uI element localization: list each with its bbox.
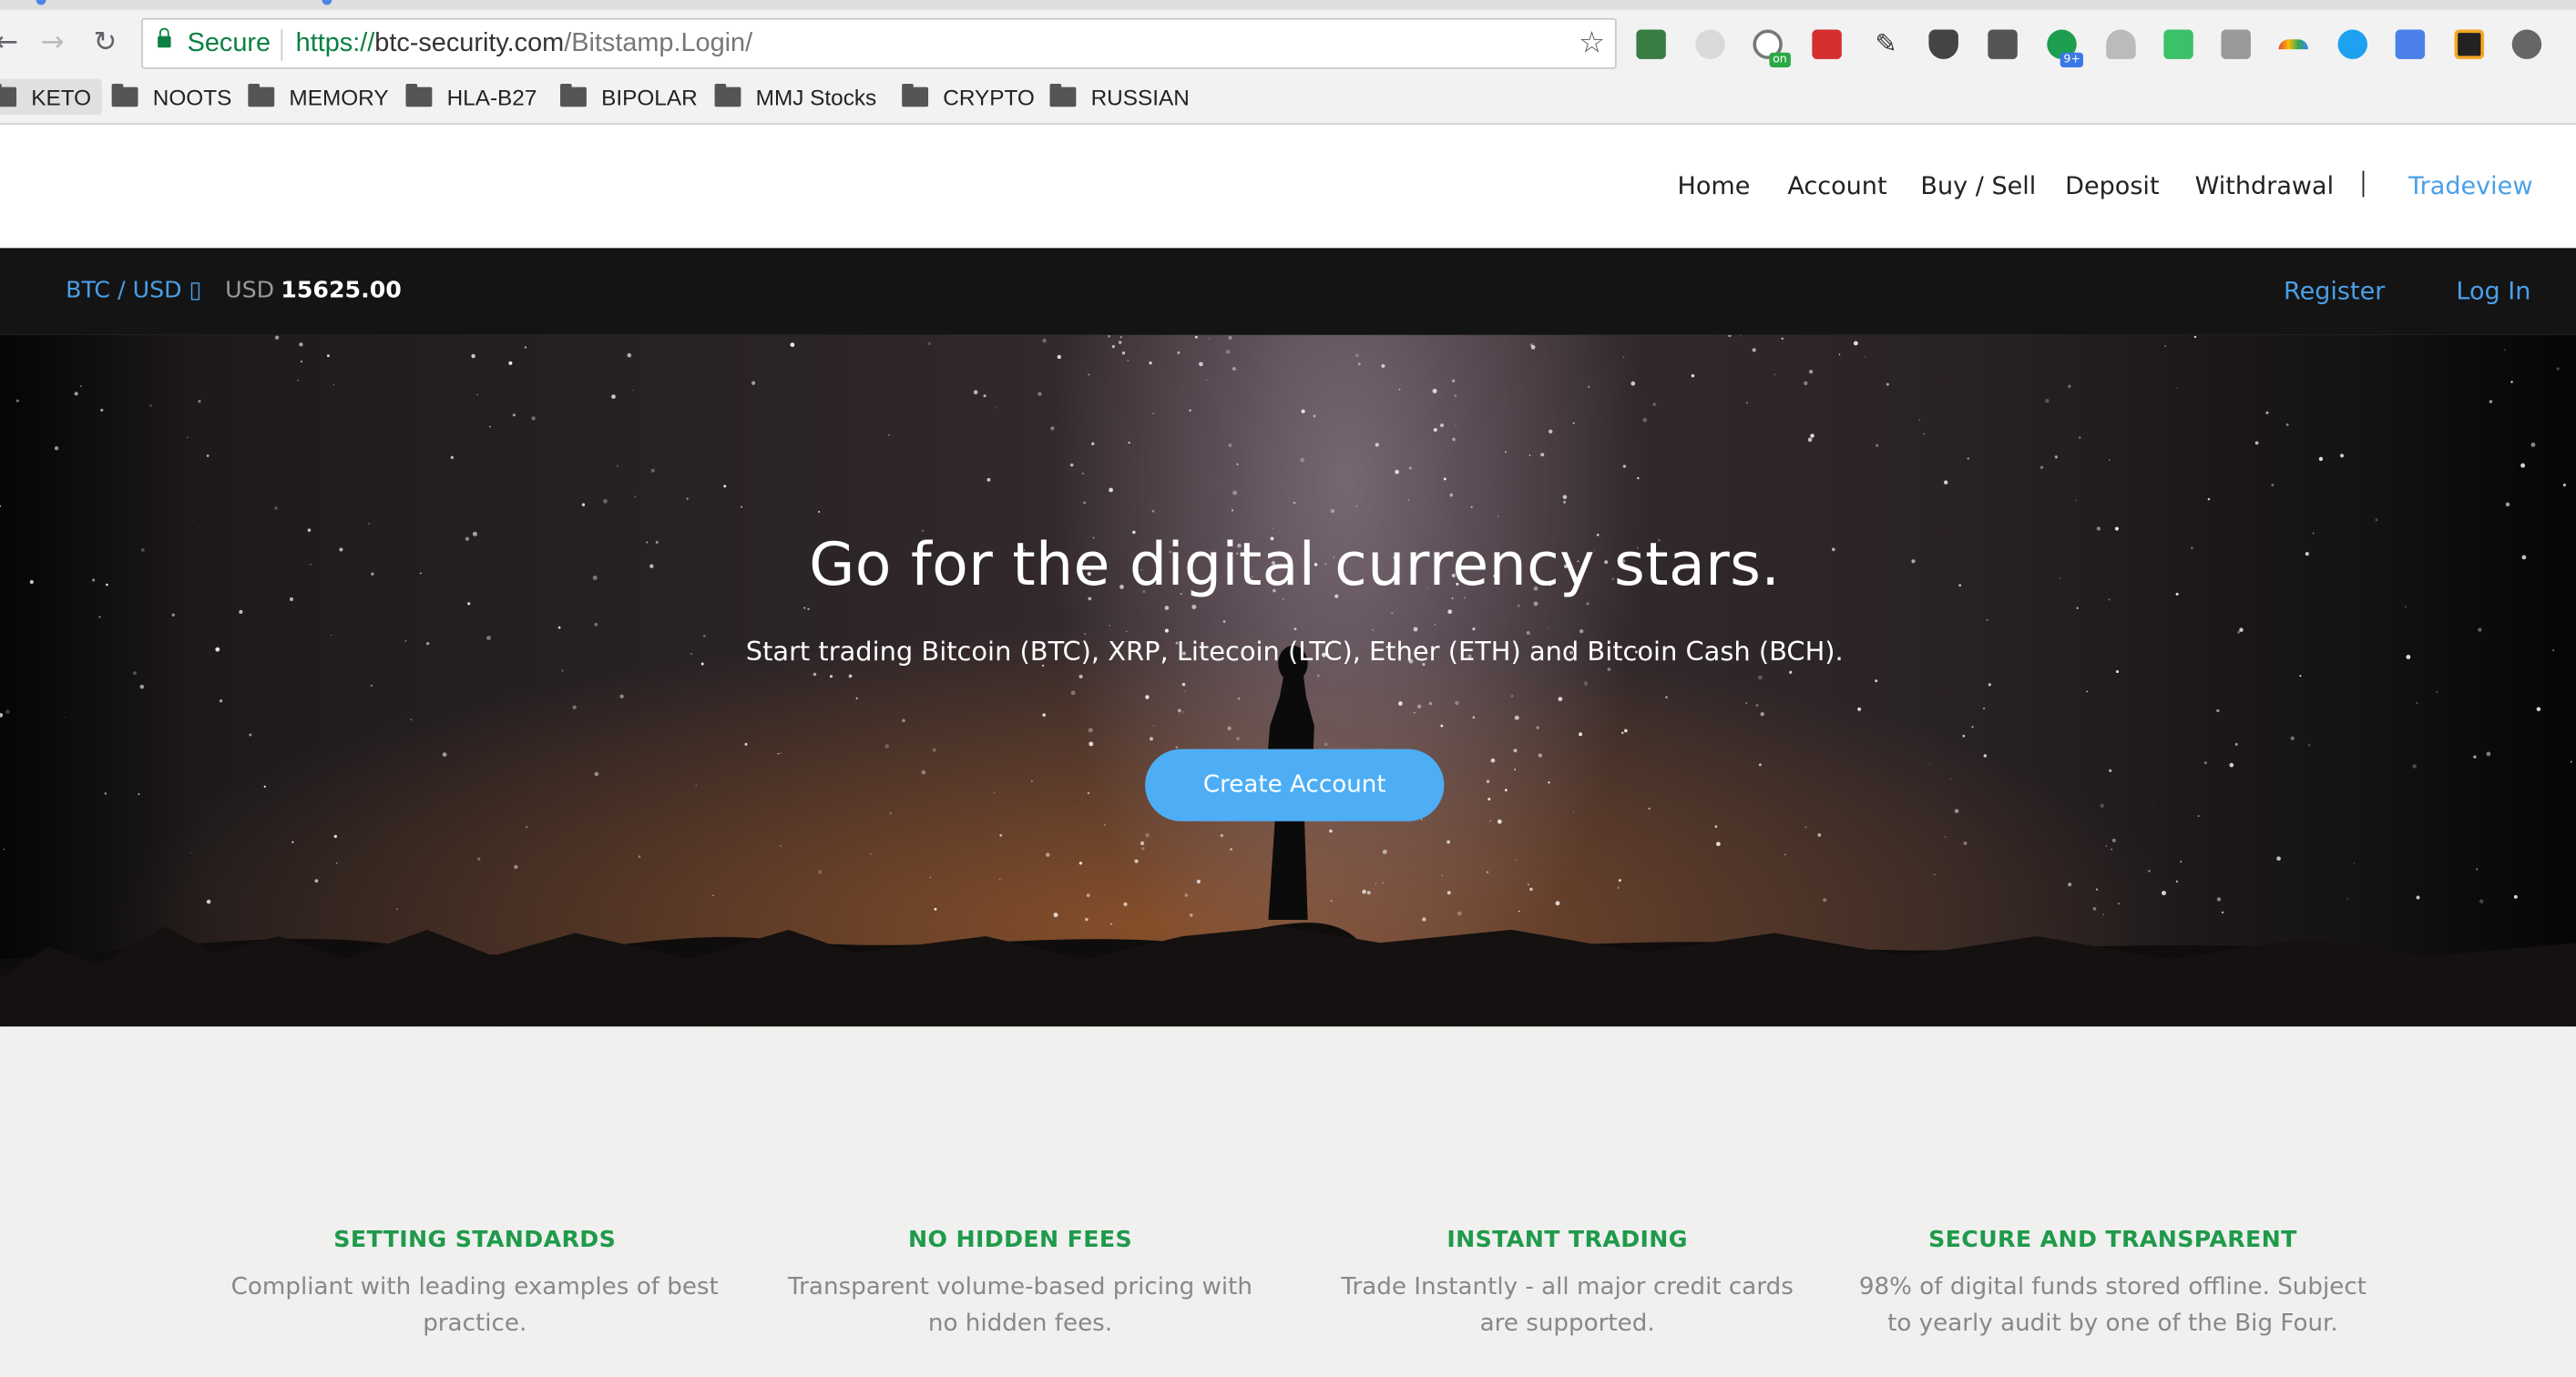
tab-indicator [36,0,46,5]
tab-strip[interactable] [0,0,2576,10]
nav-home[interactable]: Home [1677,171,1750,200]
nav-separator [2362,170,2365,198]
bookmark-mmj-stocks[interactable]: MMJ Stocks [714,82,877,111]
feature-text: Transparent volume-based pricing with no… [788,1274,1253,1338]
folder-icon [1049,83,1077,107]
bookmark-noots[interactable]: NOOTS [111,82,232,111]
currency-pair-selector[interactable]: BTC / USD ▯ [66,278,201,304]
nav-tradeview[interactable]: Tradeview [2408,171,2532,200]
bookmark-label: HLA-B27 [446,84,537,109]
price-currency: USD [225,277,275,304]
extension-mail-icon[interactable] [1988,29,2018,59]
bookmark-label: MEMORY [289,84,389,109]
feature-text: 98% of digital funds stored offline. Sub… [1858,1274,2366,1338]
hero-title: Go for the digital currency stars. [809,532,1781,600]
extension-rainbow-icon[interactable] [2278,39,2309,50]
bookmark-label: NOOTS [152,84,232,109]
extension-lastpass-icon[interactable] [1812,29,1842,59]
price-value: 15625.00 [281,277,402,304]
extension-shield-icon[interactable] [2106,29,2136,59]
url-host: btc-security.com [374,29,565,58]
page: ← → ↻ Secure https://btc-security.com/Bi… [0,0,2576,1377]
extension-chat-badge: 9+ [2060,52,2084,67]
nav-withdrawal[interactable]: Withdrawal [2195,171,2335,200]
tab-indicator [322,0,332,5]
url-text[interactable]: https://btc-security.com/Bitstamp.Login/ [296,29,752,58]
folder-icon [405,83,433,107]
register-link[interactable]: Register [2284,276,2385,305]
feature-title: SETTING STANDARDS [333,1227,617,1254]
address-bar[interactable]: Secure https://btc-security.com/Bitstamp… [141,17,1617,69]
features-section: SETTING STANDARDS Compliant with leading… [0,1026,2576,1377]
forward-icon[interactable]: → [36,26,69,59]
feature-text: Trade Instantly - all major credit cards… [1341,1274,1794,1338]
bookmark-russian[interactable]: RUSSIAN [1049,82,1190,111]
url-scheme: https:// [295,29,375,58]
hero-subtitle: Start trading Bitcoin (BTC), XRP, Liteco… [745,635,1844,668]
ticker-bar: BTC / USD ▯ USD 15625.00 Register Log In [0,248,2576,335]
browser-toolbar: ← → ↻ Secure https://btc-security.com/Bi… [0,13,2576,76]
bookmark-memory[interactable]: MEMORY [248,82,389,111]
extension-pocket-icon[interactable] [1928,29,1958,59]
folder-icon [902,83,929,107]
url-path: /Bitstamp.Login/ [564,29,753,58]
login-link[interactable]: Log In [2456,276,2530,305]
extension-square-icon[interactable] [2221,29,2251,59]
security-label: Secure [187,29,271,58]
bookmark-keto[interactable]: KETO [0,78,101,116]
extension-translate-icon[interactable] [2395,29,2426,59]
site-header: Home Account Buy / Sell Deposit Withdraw… [0,125,2576,249]
extension-pen-icon[interactable]: ✎ [1871,29,1900,58]
back-icon[interactable]: ← [0,26,23,59]
lock-icon [158,27,171,48]
feature-secure-and-transparent: SECURE AND TRANSPARENT 98% of digital fu… [1850,1227,2376,1341]
bookmark-label: BIPOLAR [601,84,698,109]
extension-k-icon[interactable] [2454,29,2485,59]
bookmark-label: KETO [31,84,92,109]
create-account-button[interactable]: Create Account [1145,749,1445,821]
price-ticker: USD 15625.00 [225,278,402,304]
folder-icon [560,83,587,107]
nav-account[interactable]: Account [1787,171,1886,200]
hero-banner: Go for the digital currency stars. Start… [0,334,2576,1027]
folder-icon [111,83,138,107]
folder-icon [248,83,275,107]
bookmark-label: MMJ Stocks [755,84,877,109]
bookmark-star-icon[interactable]: ☆ [1579,26,1605,61]
bookmark-hla-b27[interactable]: HLA-B27 [405,82,537,111]
folder-icon [714,83,741,107]
feature-instant-trading: INSTANT TRADING Trade Instantly - all ma… [1321,1227,1814,1341]
extension-evernote-icon[interactable] [1636,29,1666,59]
hill-silhouette [0,645,2576,1027]
bookmark-bipolar[interactable]: BIPOLAR [560,82,698,111]
browser-chrome: ← → ↻ Secure https://btc-security.com/Bi… [0,0,2576,126]
nav-deposit[interactable]: Deposit [2065,171,2159,200]
bookmarks-bar: KETO NOOTS MEMORY HLA-B27 BIPOLAR MMJ St… [0,76,2576,118]
feature-setting-standards: SETTING STANDARDS Compliant with leading… [229,1227,721,1341]
extension-clock-badge: on [1769,52,1791,67]
feature-title: INSTANT TRADING [1446,1227,1688,1254]
bookmark-label: CRYPTO [943,84,1035,109]
feature-no-hidden-fees: NO HIDDEN FEES Transparent volume-based … [773,1227,1266,1341]
folder-icon [0,83,17,107]
omnibox-divider [281,29,283,61]
feature-title: NO HIDDEN FEES [908,1227,1133,1254]
extension-grammarly-icon[interactable] [2163,29,2193,59]
extension-info-icon[interactable] [2511,29,2542,59]
feature-title: SECURE AND TRANSPARENT [1928,1227,2297,1254]
extension-ghost-icon[interactable] [1695,29,1725,59]
bookmark-label: RUSSIAN [1090,84,1190,109]
nav-buy-sell[interactable]: Buy / Sell [1920,171,2036,200]
extension-skype-icon[interactable] [2337,29,2367,59]
reload-icon[interactable]: ↻ [88,26,121,59]
bookmark-crypto[interactable]: CRYPTO [902,82,1035,111]
feature-text: Compliant with leading examples of best … [230,1274,719,1338]
